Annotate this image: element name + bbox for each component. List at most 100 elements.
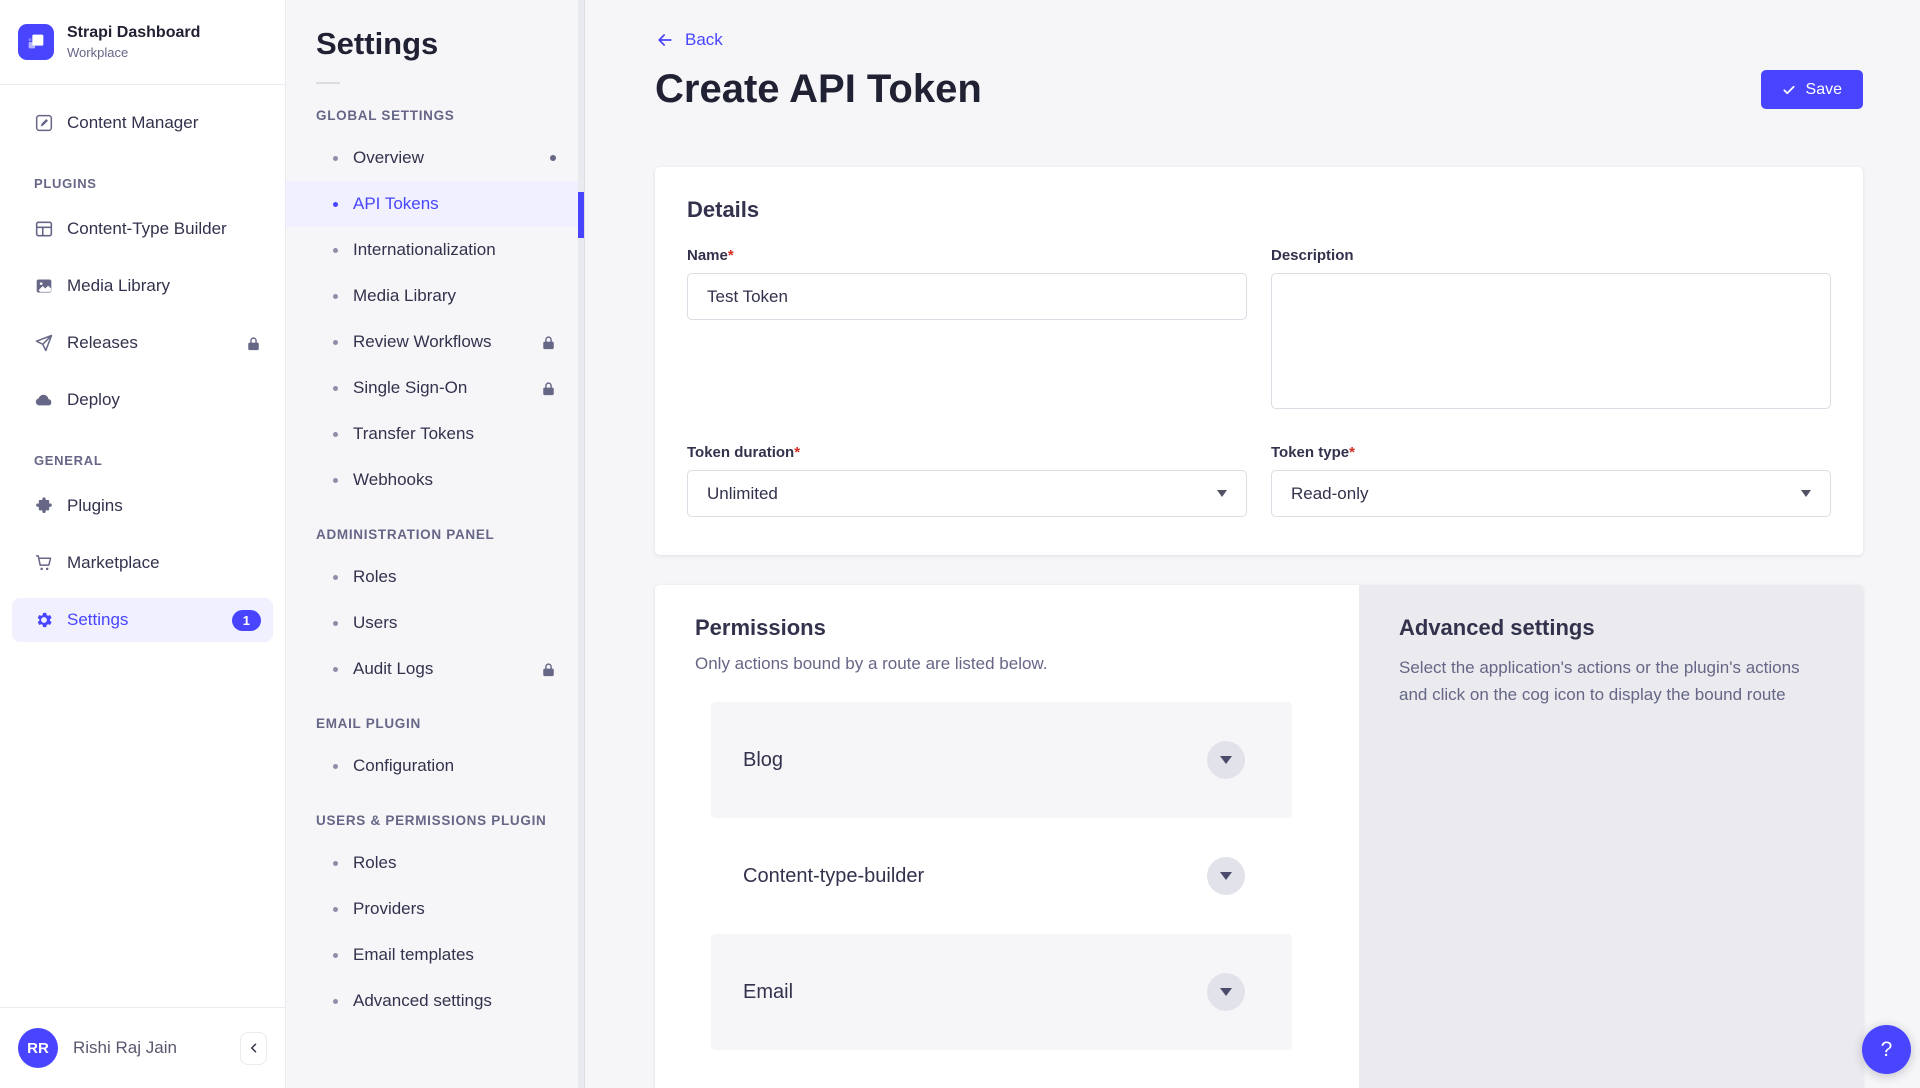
sidebar-item-deploy[interactable]: Deploy bbox=[12, 378, 273, 422]
subnav-item-configuration[interactable]: Configuration bbox=[286, 743, 584, 789]
lock-icon bbox=[541, 381, 556, 396]
expand-accordion-button[interactable] bbox=[1207, 741, 1245, 779]
bullet-icon bbox=[333, 575, 338, 580]
chevron-left-icon bbox=[248, 1042, 260, 1054]
token-duration-select[interactable]: Unlimited bbox=[687, 470, 1247, 517]
subnav-item-users[interactable]: Users bbox=[286, 600, 584, 646]
permissions-subtitle: Only actions bound by a route are listed… bbox=[695, 654, 1359, 674]
token-type-value: Read-only bbox=[1291, 484, 1369, 504]
sidebar-section-plugins: PLUGINS bbox=[12, 158, 273, 207]
check-icon bbox=[1782, 83, 1796, 97]
accordion-list: Blog Content-type-builder Email Upload bbox=[711, 702, 1292, 1088]
layout-icon bbox=[34, 219, 54, 239]
subnav-item-label: Webhooks bbox=[353, 470, 433, 490]
pen-icon bbox=[34, 113, 54, 133]
bullet-icon bbox=[333, 953, 338, 958]
expand-accordion-button[interactable] bbox=[1207, 857, 1245, 895]
strapi-logo-icon bbox=[18, 24, 54, 60]
subnav-scrollbar-thumb[interactable] bbox=[578, 192, 584, 238]
sidebar-item-settings[interactable]: Settings 1 bbox=[12, 598, 273, 642]
subnav-item-review-workflows[interactable]: Review Workflows bbox=[286, 319, 584, 365]
main-nav: Content Manager PLUGINS Content-Type Bui… bbox=[0, 85, 285, 655]
subnav-item-email-templates[interactable]: Email templates bbox=[286, 932, 584, 978]
subnav-item-label: API Tokens bbox=[353, 194, 439, 214]
back-link[interactable]: Back bbox=[655, 30, 723, 50]
subnav-item-single-sign-on[interactable]: Single Sign-On bbox=[286, 365, 584, 411]
token-type-select[interactable]: Read-only bbox=[1271, 470, 1831, 517]
required-marker: * bbox=[728, 247, 734, 264]
subnav-item-label: Advanced settings bbox=[353, 991, 492, 1011]
caret-down-icon bbox=[1801, 490, 1811, 497]
required-marker: * bbox=[794, 444, 800, 461]
subnav-title: Settings bbox=[286, 26, 584, 62]
sidebar-item-plugins[interactable]: Plugins bbox=[12, 484, 273, 528]
sidebar-item-media-library[interactable]: Media Library bbox=[12, 264, 273, 308]
name-label: Name* bbox=[687, 247, 1247, 264]
subnav-scrollbar[interactable] bbox=[578, 0, 584, 1088]
cart-icon bbox=[34, 553, 54, 573]
sidebar-section-general: GENERAL bbox=[12, 435, 273, 484]
page-title: Create API Token bbox=[655, 67, 982, 112]
subnav-item-label: Roles bbox=[353, 853, 396, 873]
workspace-switcher[interactable]: Strapi Dashboard Workplace bbox=[0, 0, 285, 84]
subnav-item-up-roles[interactable]: Roles bbox=[286, 840, 584, 886]
subnav-item-media-library[interactable]: Media Library bbox=[286, 273, 584, 319]
back-label: Back bbox=[685, 30, 723, 50]
subnav-section-global-settings: GLOBAL SETTINGS bbox=[286, 84, 584, 135]
expand-accordion-button[interactable] bbox=[1207, 973, 1245, 1011]
permissions-heading: Permissions bbox=[695, 615, 1359, 641]
sidebar-item-content-type-builder[interactable]: Content-Type Builder bbox=[12, 207, 273, 251]
accordion-label: Blog bbox=[743, 749, 783, 772]
permissions-panel: Permissions Only actions bound by a rout… bbox=[655, 585, 1359, 1088]
subnav-item-label: Transfer Tokens bbox=[353, 424, 474, 444]
token-duration-value: Unlimited bbox=[707, 484, 778, 504]
accordion-content-type-builder[interactable]: Content-type-builder bbox=[711, 818, 1292, 934]
subnav-item-advanced-settings[interactable]: Advanced settings bbox=[286, 978, 584, 1024]
subnav-item-audit-logs[interactable]: Audit Logs bbox=[286, 646, 584, 692]
bullet-icon bbox=[333, 248, 338, 253]
sidebar-item-content-manager[interactable]: Content Manager bbox=[12, 101, 273, 145]
gear-icon bbox=[34, 610, 54, 630]
sidebar-item-label: Releases bbox=[67, 333, 233, 353]
subnav-item-roles[interactable]: Roles bbox=[286, 554, 584, 600]
bullet-icon bbox=[333, 861, 338, 866]
subnav-item-providers[interactable]: Providers bbox=[286, 886, 584, 932]
subnav-item-label: Overview bbox=[353, 148, 424, 168]
name-input[interactable] bbox=[687, 273, 1247, 320]
advanced-settings-heading: Advanced settings bbox=[1399, 615, 1823, 641]
bullet-icon bbox=[333, 202, 338, 207]
arrow-left-icon bbox=[655, 30, 675, 50]
bullet-icon bbox=[333, 667, 338, 672]
description-textarea[interactable] bbox=[1271, 273, 1831, 409]
chevron-down-icon bbox=[1220, 988, 1232, 996]
subnav-item-label: Review Workflows bbox=[353, 332, 492, 352]
subnav-item-label: Audit Logs bbox=[353, 659, 433, 679]
subnav-item-label: Roles bbox=[353, 567, 396, 587]
bullet-icon bbox=[333, 156, 338, 161]
user-name: Rishi Raj Jain bbox=[73, 1038, 225, 1058]
name-field-group: Name* bbox=[687, 247, 1247, 414]
subnav-item-webhooks[interactable]: Webhooks bbox=[286, 457, 584, 503]
bullet-icon bbox=[333, 478, 338, 483]
collapse-sidebar-button[interactable] bbox=[240, 1032, 267, 1065]
save-button[interactable]: Save bbox=[1761, 70, 1863, 109]
subnav-item-label: Email templates bbox=[353, 945, 474, 965]
help-button[interactable]: ? bbox=[1862, 1025, 1911, 1074]
subnav-item-transfer-tokens[interactable]: Transfer Tokens bbox=[286, 411, 584, 457]
bullet-icon bbox=[333, 764, 338, 769]
subnav-item-internationalization[interactable]: Internationalization bbox=[286, 227, 584, 273]
sidebar-item-label: Content Manager bbox=[67, 113, 261, 133]
sidebar-item-marketplace[interactable]: Marketplace bbox=[12, 541, 273, 585]
subnav-item-api-tokens[interactable]: API Tokens bbox=[286, 181, 584, 227]
paper-plane-icon bbox=[34, 333, 54, 353]
sidebar-item-label: Media Library bbox=[67, 276, 261, 296]
accordion-email[interactable]: Email bbox=[711, 934, 1292, 1050]
subnav-item-overview[interactable]: Overview bbox=[286, 135, 584, 181]
avatar[interactable]: RR bbox=[18, 1028, 58, 1068]
description-label: Description bbox=[1271, 247, 1831, 264]
sidebar-item-releases[interactable]: Releases bbox=[12, 321, 273, 365]
accordion-blog[interactable]: Blog bbox=[711, 702, 1292, 818]
sidebar-item-label: Settings bbox=[67, 610, 219, 630]
chevron-down-icon bbox=[1220, 756, 1232, 764]
accordion-upload[interactable]: Upload bbox=[711, 1050, 1292, 1088]
